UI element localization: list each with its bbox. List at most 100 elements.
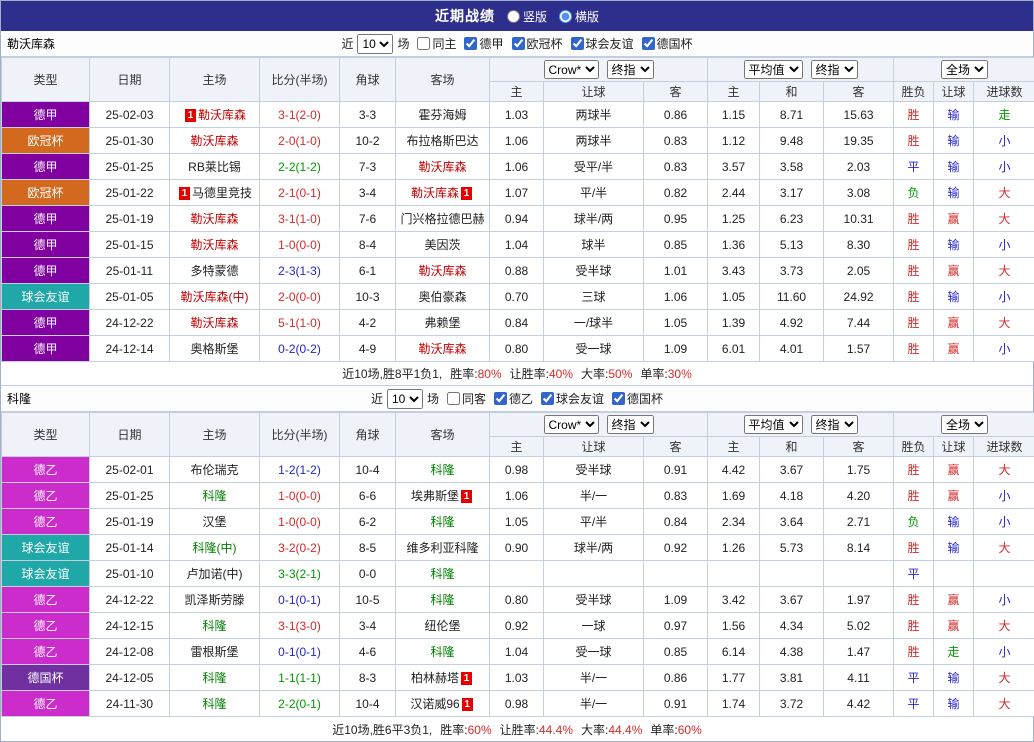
away-team[interactable]: 布拉格斯巴达 (406, 134, 478, 148)
home-team[interactable]: 科隆 (202, 489, 226, 503)
away-team[interactable]: 科隆 (430, 463, 454, 477)
col-goals-result: 进球数 (974, 82, 1034, 102)
score[interactable]: 1-1(1-1) (278, 671, 321, 685)
average-select[interactable]: 平均值 (744, 415, 803, 434)
score[interactable]: 2-2(1-2) (278, 160, 321, 174)
league-checkbox[interactable]: 欧冠杯 (508, 35, 563, 52)
score[interactable]: 2-2(0-1) (278, 697, 321, 711)
home-team[interactable]: 勒沃库森 (190, 134, 238, 148)
average-select[interactable]: 平均值 (744, 60, 803, 79)
score[interactable]: 5-1(1-0) (278, 316, 321, 330)
score[interactable]: 1-0(0-0) (278, 515, 321, 529)
score[interactable]: 1-0(0-0) (278, 238, 321, 252)
home-team[interactable]: 雷根斯堡 (190, 645, 238, 659)
match-row: 德甲25-01-25RB莱比锡2-2(1-2)7-3勒沃库森1.06受平/半0.… (2, 154, 1034, 180)
same-away-checkbox[interactable]: 同客 (443, 390, 486, 407)
score[interactable]: 1-0(0-0) (278, 489, 321, 503)
final-odds-select[interactable]: 终指 (811, 60, 858, 79)
away-team[interactable]: 科隆 (430, 567, 454, 581)
home-team[interactable]: 马德里竞技 (192, 186, 252, 200)
score[interactable]: 3-1(3-0) (278, 619, 321, 633)
league-checkbox[interactable]: 球会友谊 (537, 390, 604, 407)
games-count-select[interactable]: 10 (387, 389, 423, 409)
away-team[interactable]: 埃弗斯堡 (411, 489, 459, 503)
away-team[interactable]: 霍芬海姆 (418, 108, 466, 122)
crown-home-odds (490, 561, 544, 587)
score[interactable]: 0-1(0-1) (278, 645, 321, 659)
final-odds-select[interactable]: 终指 (607, 60, 654, 79)
home-team[interactable]: 凯泽斯劳滕 (184, 593, 244, 607)
league-checkbox[interactable]: 德国杯 (608, 390, 663, 407)
score[interactable]: 3-2(0-2) (278, 541, 321, 555)
layout-radio-horizontal[interactable]: 横版 (559, 8, 599, 25)
home-team[interactable]: 勒沃库森(中) (181, 290, 249, 304)
home-team[interactable]: 科隆(中) (193, 541, 237, 555)
fulltime-select[interactable]: 全场 (941, 415, 988, 434)
away-team[interactable]: 科隆 (430, 645, 454, 659)
league-checkbox[interactable]: 德甲 (460, 35, 503, 52)
league-checkbox[interactable]: 球会友谊 (567, 35, 634, 52)
handicap-line (544, 561, 644, 587)
horizontal-radio[interactable] (559, 10, 572, 23)
league-checkbox[interactable]: 德国杯 (638, 35, 693, 52)
score[interactable]: 2-0(1-0) (278, 134, 321, 148)
home-team[interactable]: 勒沃库森 (198, 108, 246, 122)
home-team[interactable]: 勒沃库森 (190, 238, 238, 252)
games-count-select[interactable]: 10 (357, 34, 393, 54)
home-team[interactable]: 汉堡 (202, 515, 226, 529)
score[interactable]: 3-3(2-1) (278, 567, 321, 581)
score[interactable]: 0-1(0-1) (278, 593, 321, 607)
home-team[interactable]: 布伦瑞克 (190, 463, 238, 477)
away-team[interactable]: 勒沃库森 (418, 160, 466, 174)
final-odds-select[interactable]: 终指 (607, 415, 654, 434)
score[interactable]: 0-2(0-2) (278, 342, 321, 356)
bookmaker-select[interactable]: Crow* (544, 415, 599, 434)
col-away: 客场 (396, 413, 490, 457)
score[interactable]: 3-1(1-0) (278, 212, 321, 226)
away-team[interactable]: 科隆 (430, 515, 454, 529)
away-team[interactable]: 弗赖堡 (424, 316, 460, 330)
home-team[interactable]: 科隆 (202, 671, 226, 685)
away-team[interactable]: 奥伯豪森 (418, 290, 466, 304)
vertical-radio[interactable] (507, 10, 520, 23)
away-team[interactable]: 维多利亚科隆 (406, 541, 478, 555)
score-cell: 2-2(1-2) (260, 154, 340, 180)
corner-score: 4-9 (340, 336, 396, 362)
home-team[interactable]: 勒沃库森 (190, 316, 238, 330)
handicap-result: 输 (934, 154, 974, 180)
away-team[interactable]: 勒沃库森 (418, 264, 466, 278)
league-checkbox[interactable]: 德乙 (490, 390, 533, 407)
fulltime-select[interactable]: 全场 (941, 60, 988, 79)
final-odds-select[interactable]: 终指 (811, 415, 858, 434)
avg-away-odds: 1.57 (824, 336, 894, 362)
away-team[interactable]: 勒沃库森 (411, 186, 459, 200)
away-team[interactable]: 纽伦堡 (424, 619, 460, 633)
home-team[interactable]: 勒沃库森 (190, 212, 238, 226)
layout-radio-vertical[interactable]: 竖版 (507, 8, 547, 25)
home-team[interactable]: 科隆 (202, 697, 226, 711)
league-badge: 德乙 (2, 613, 90, 639)
home-team[interactable]: 卢加诺(中) (187, 567, 243, 581)
home-team[interactable]: 科隆 (202, 619, 226, 633)
away-team[interactable]: 门兴格拉德巴赫 (400, 212, 484, 226)
home-team[interactable]: 奥格斯堡 (190, 342, 238, 356)
home-team[interactable]: RB莱比锡 (188, 160, 241, 174)
goals-result: 小 (974, 587, 1034, 613)
away-team[interactable]: 汉诺威96 (410, 697, 459, 711)
same-home-checkbox[interactable]: 同主 (413, 35, 456, 52)
score[interactable]: 2-1(0-1) (278, 186, 321, 200)
crown-home-odds: 0.90 (490, 535, 544, 561)
away-team[interactable]: 柏林赫塔 (411, 671, 459, 685)
league-badge: 德国杯 (2, 665, 90, 691)
away-team[interactable]: 美因茨 (424, 238, 460, 252)
home-team[interactable]: 多特蒙德 (190, 264, 238, 278)
away-team[interactable]: 勒沃库森 (418, 342, 466, 356)
away-team[interactable]: 科隆 (430, 593, 454, 607)
corner-score: 8-3 (340, 665, 396, 691)
bookmaker-select[interactable]: Crow* (544, 60, 599, 79)
score[interactable]: 1-2(1-2) (278, 463, 321, 477)
near-label: 近 (371, 390, 383, 407)
score[interactable]: 2-3(1-3) (278, 264, 321, 278)
score[interactable]: 3-1(2-0) (278, 108, 321, 122)
score[interactable]: 2-0(0-0) (278, 290, 321, 304)
